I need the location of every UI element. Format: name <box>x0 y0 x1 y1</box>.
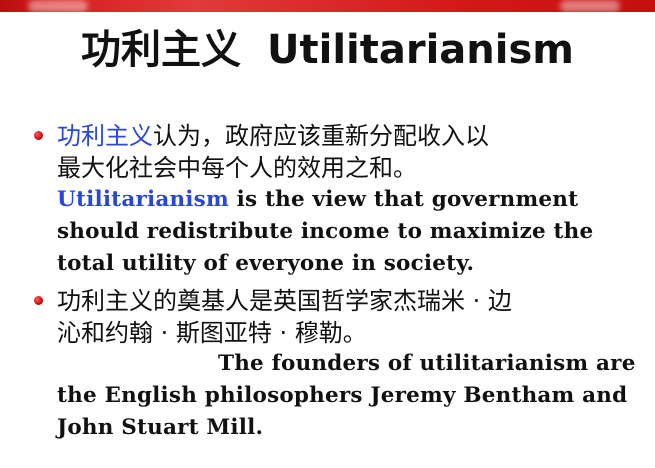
bullet1-chinese-line1-text: 认为，政府应该重新分配收入以 <box>153 122 489 150</box>
title-chinese: 功利主义 <box>81 27 242 73</box>
bullet2-english-line2: the English philosophers Jeremy Bentham … <box>57 383 628 408</box>
bullet1-english-line3: total utility of everyone in society. <box>57 251 475 276</box>
slide-title: 功利主义 Utilitarianism <box>0 24 655 76</box>
bullet2-chinese-line1: 功利主义的奠基人是英国哲学家杰瑞米 · 边 <box>57 287 512 315</box>
bullet2-english-line1: The founders of utilitarianism are <box>218 351 636 376</box>
bullet1-chinese-highlight: 功利主义 <box>57 122 153 150</box>
bullet2-english-line3: John Stuart Mill. <box>57 415 264 440</box>
bullet1-chinese-line2: 最大化社会中每个人的效用之和。 <box>57 154 417 182</box>
bullet1-chinese-line1: 功利主义认为，政府应该重新分配收入以 <box>57 120 489 152</box>
bullet-icon <box>34 296 43 305</box>
bullet2-chinese-line2: 沁和约翰 · 斯图亚特 · 穆勒。 <box>57 319 367 347</box>
bullet1-english-highlight: Utilitarianism <box>57 187 229 212</box>
bullet1-english-line1-text: is the view that government <box>228 187 579 212</box>
bullet1-english-line2: should redistribute income to maximize t… <box>57 219 594 244</box>
top-decorative-bar <box>0 0 655 12</box>
bar-highlight <box>28 0 88 12</box>
bar-highlight <box>560 0 620 12</box>
title-english: Utilitarianism <box>267 27 574 73</box>
bullet-icon <box>34 131 43 140</box>
bullet1-english-line1: Utilitarianism is the view that governme… <box>57 184 578 216</box>
